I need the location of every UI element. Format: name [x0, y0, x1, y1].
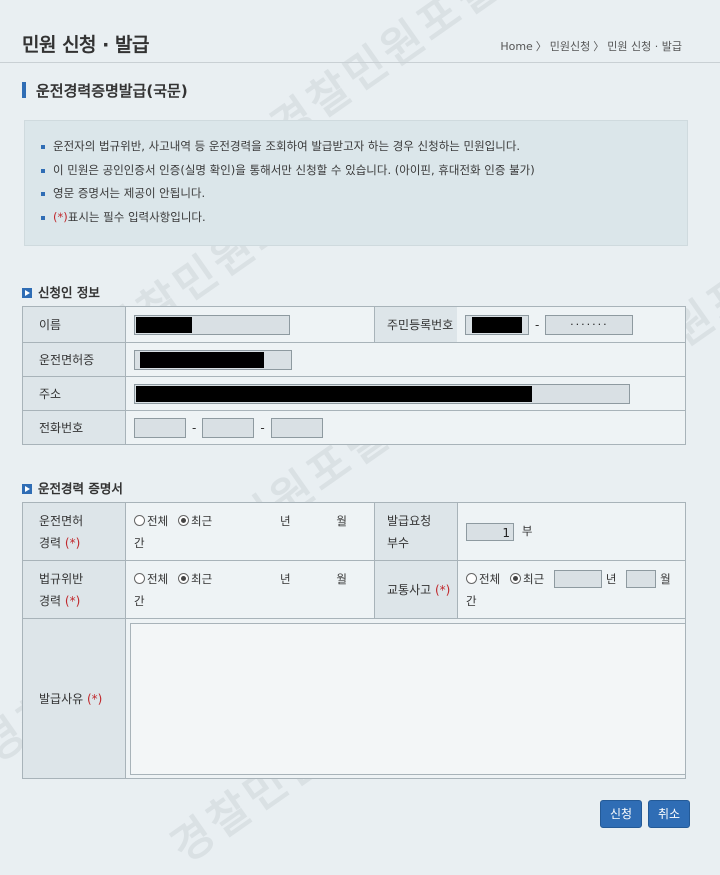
certificate-section-title: 운전경력 증명서	[22, 478, 123, 497]
breadcrumb-complaint[interactable]: 민원신청	[550, 40, 590, 53]
accident-months-input[interactable]	[626, 570, 657, 588]
notice-item: (*)표시는 필수 입력사항입니다.	[41, 206, 687, 230]
breadcrumb: Home 〉 민원신청 〉 민원 신청 · 발급	[497, 38, 682, 54]
section-marker	[22, 82, 26, 98]
copies-input[interactable]: 1	[466, 522, 514, 541]
violation-recent-radio[interactable]	[178, 572, 189, 584]
notice-box: 운전자의 법규위반, 사고내역 등 운전경력을 조회하여 발급받고자 하는 경우…	[24, 120, 688, 246]
notice-item: 운전자의 법규위반, 사고내역 등 운전경력을 조회하여 발급받고자 하는 경우…	[41, 135, 687, 159]
address-label: 주소	[22, 376, 126, 411]
breadcrumb-current: 민원 신청 · 발급	[607, 40, 682, 53]
name-field[interactable]	[134, 314, 290, 335]
reason-textarea[interactable]	[130, 623, 686, 775]
name-label: 이름	[22, 306, 126, 343]
license-label: 운전면허증	[22, 342, 126, 377]
license-all-radio[interactable]	[134, 514, 145, 526]
applicant-section-title: 신청인 정보	[22, 282, 100, 301]
applicant-table: 이름 주민등록번호 - ······· 운전면허증 주소 전화번호 --	[22, 306, 686, 445]
page-header: 민원 신청 · 발급 Home 〉 민원신청 〉 민원 신청 · 발급	[0, 0, 720, 63]
license-history-label: 운전면허 경력 (*)	[22, 502, 126, 561]
play-icon	[22, 288, 32, 298]
cancel-button[interactable]: 취소	[648, 800, 690, 828]
phone-field-2[interactable]	[202, 417, 255, 438]
rrn-back-field[interactable]: ·······	[545, 314, 634, 335]
notice-item: 영문 증명서는 제공이 안됩니다.	[41, 182, 687, 206]
address-field[interactable]	[134, 383, 630, 404]
accident-all-radio[interactable]	[466, 572, 477, 584]
violation-all-radio[interactable]	[134, 572, 145, 584]
section-title: 운전경력증명발급(국문)	[22, 80, 188, 101]
accident-recent-radio[interactable]	[510, 572, 521, 584]
phone-field-3[interactable]	[270, 417, 323, 438]
breadcrumb-separator: 〉	[593, 40, 605, 53]
page-title: 민원 신청 · 발급	[22, 34, 149, 56]
required-mark: (*)	[53, 209, 68, 224]
notice-item: 이 민원은 공인인증서 인증(실명 확인)을 통해서만 신청할 수 있습니다. …	[41, 159, 687, 183]
accident-years-input[interactable]	[554, 570, 602, 588]
reason-label: 발급사유 (*)	[22, 618, 126, 779]
certificate-table: 운전면허 경력 (*) 전체 최근 년 월 간 발급요청 부수 1 부 법규위반 경력…	[22, 502, 686, 779]
breadcrumb-home[interactable]: Home	[500, 40, 532, 53]
rrn-label: 주민등록번호	[374, 306, 457, 343]
accident-label: 교통사고 (*)	[374, 560, 458, 619]
breadcrumb-separator: 〉	[535, 40, 547, 53]
phone-field-1[interactable]	[134, 417, 186, 438]
copies-label: 발급요청 부수	[374, 502, 458, 561]
license-recent-radio[interactable]	[178, 514, 189, 526]
violation-label: 법규위반 경력 (*)	[22, 560, 126, 619]
play-icon	[22, 484, 32, 494]
license-field[interactable]	[134, 349, 292, 370]
submit-button[interactable]: 신청	[600, 800, 642, 828]
phone-label: 전화번호	[22, 410, 126, 445]
rrn-front-field[interactable]	[465, 314, 529, 335]
